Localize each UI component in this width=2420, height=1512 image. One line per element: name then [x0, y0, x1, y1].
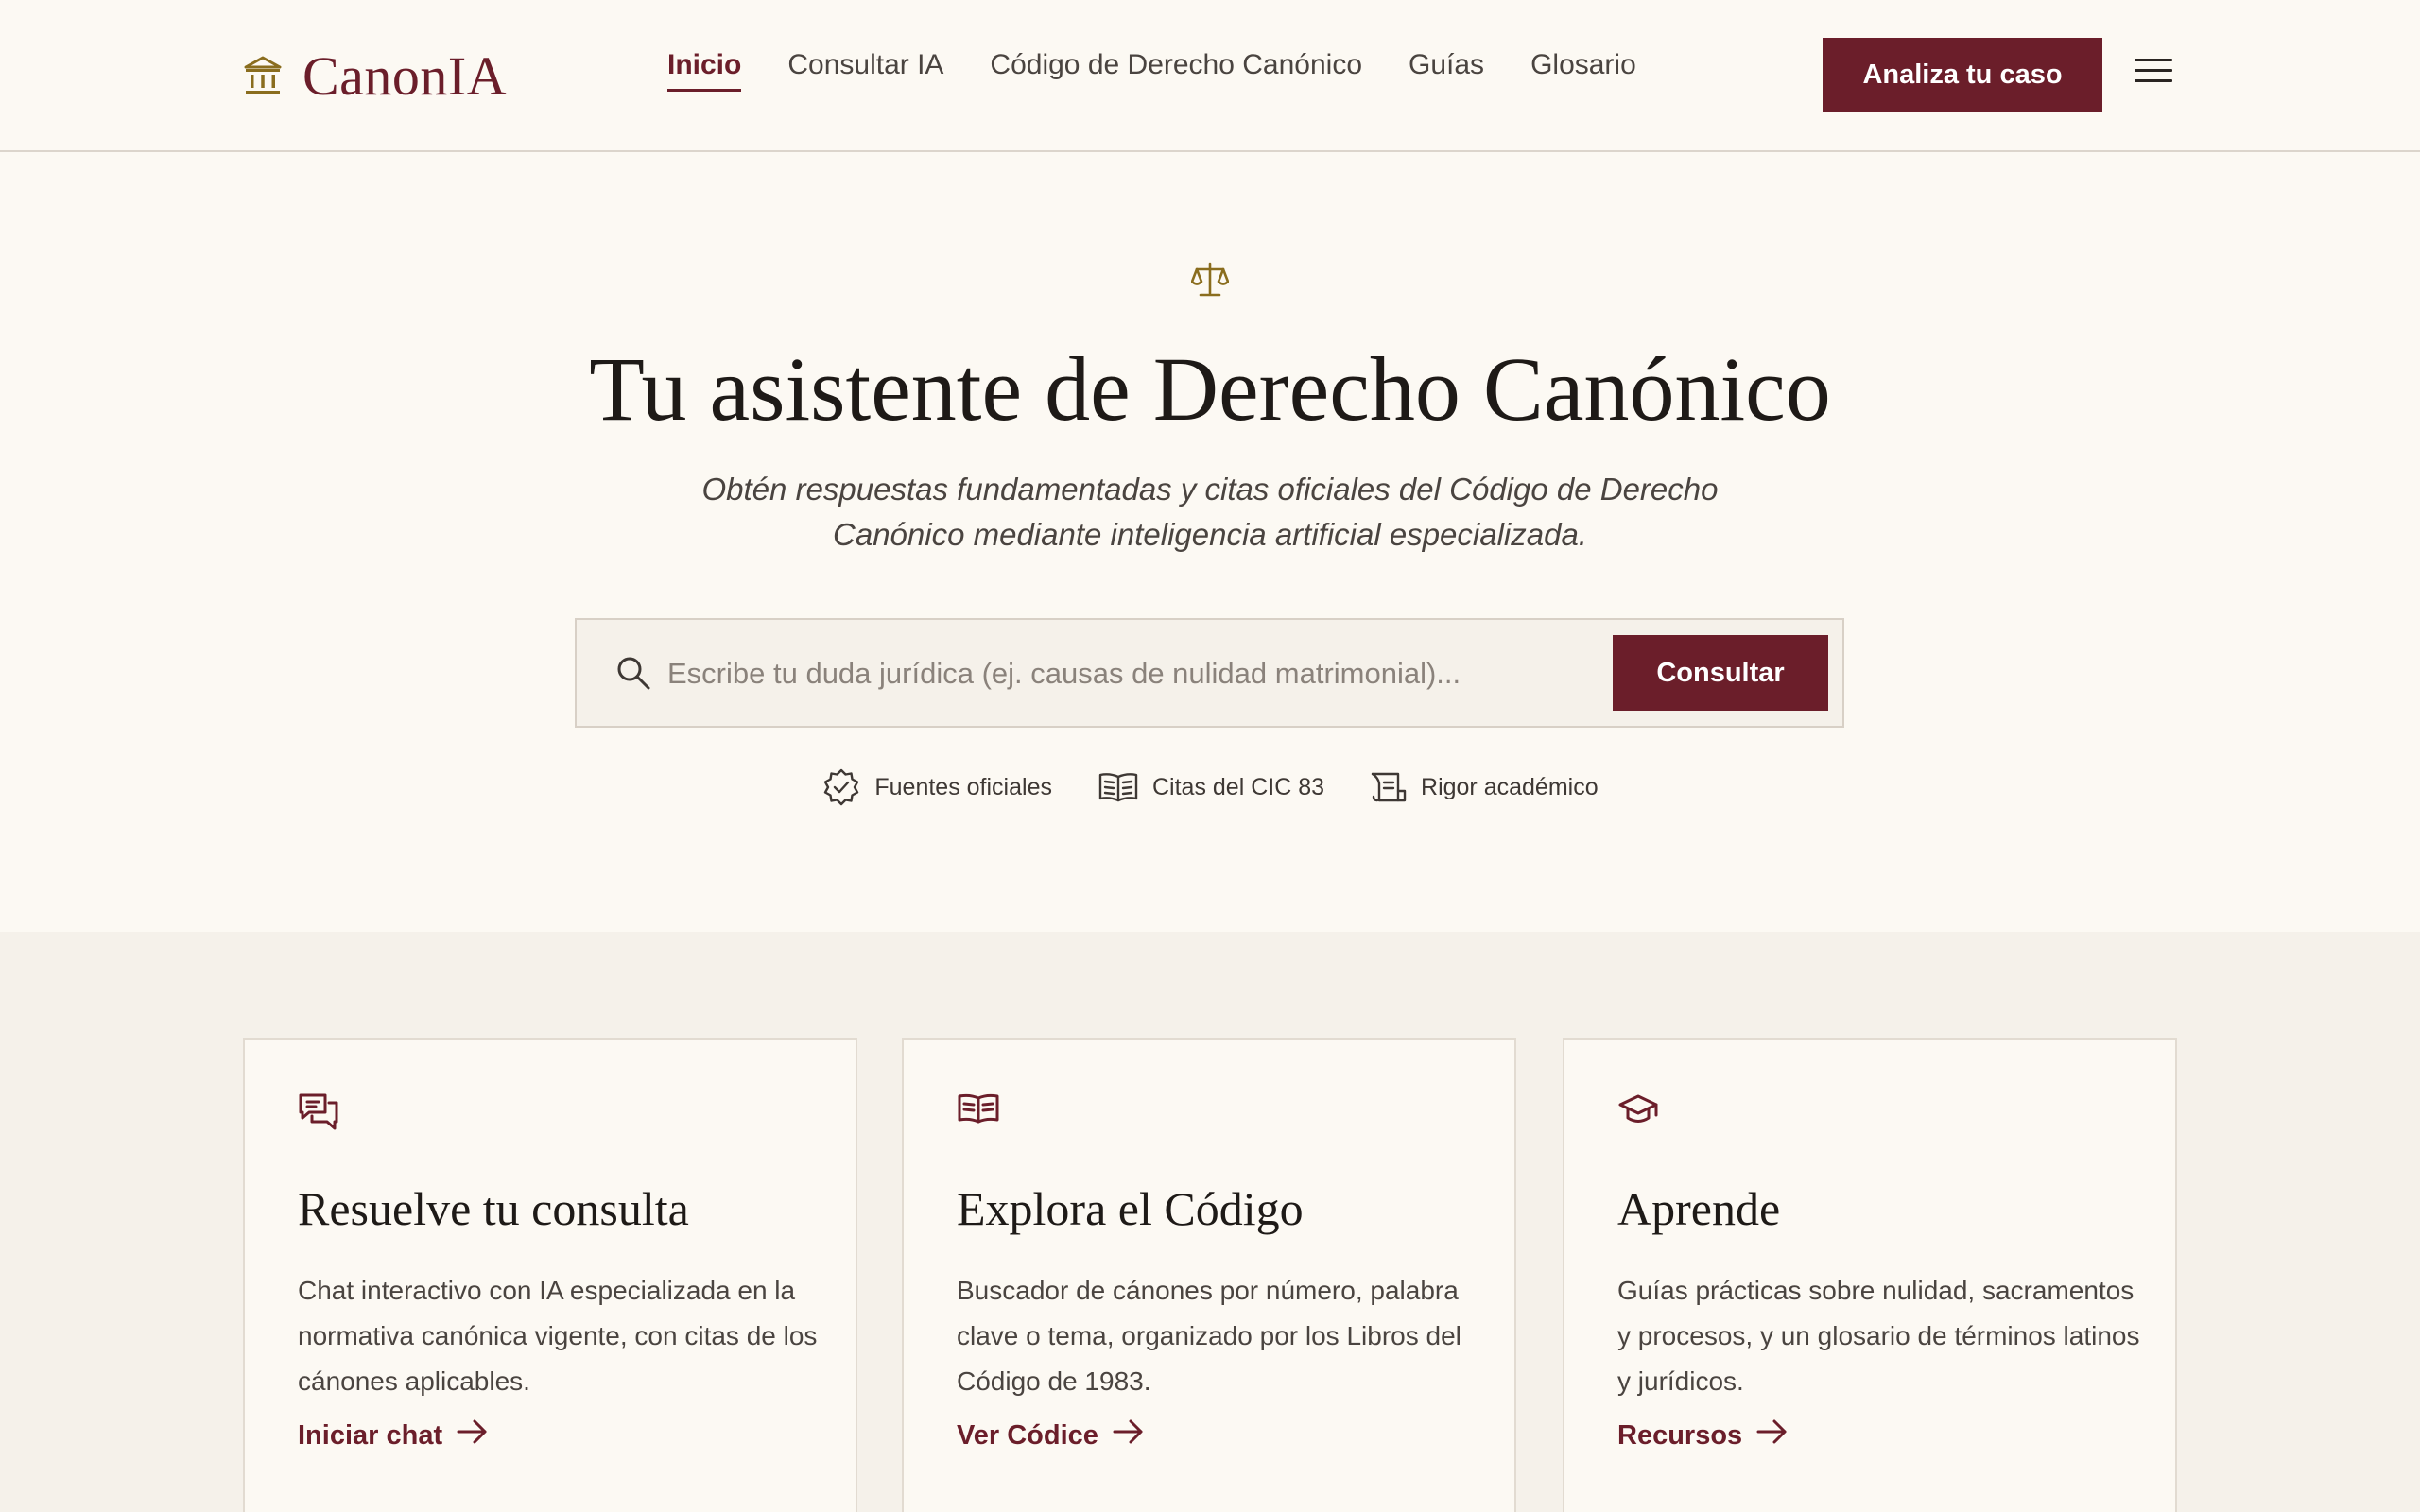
card-description: Guías prácticas sobre nulidad, sacrament… [1617, 1276, 2140, 1396]
nav-item-codigo[interactable]: Código de Derecho Canónico [990, 49, 1362, 92]
card-title: Resuelve tu consulta [298, 1182, 689, 1235]
badge-label: Citas del CIC 83 [1151, 773, 1325, 800]
arrow-right-icon [1755, 1418, 1789, 1453]
hero-title: Tu asistente de Derecho Canónico [589, 338, 1831, 439]
card-description: Chat interactivo con IA especializada en… [298, 1276, 818, 1396]
arrow-right-icon [1112, 1418, 1146, 1453]
resources-link[interactable]: Recursos [1617, 1418, 1789, 1453]
nav-item-guias[interactable]: Guías [1409, 49, 1484, 92]
badge-rigor-academico: Rigor académico [1370, 767, 1599, 807]
brand-name: CanonIA [302, 44, 508, 107]
open-book-icon [1098, 771, 1139, 803]
hamburger-menu-icon[interactable] [2135, 59, 2172, 91]
nav-item-glosario[interactable]: Glosario [1530, 49, 1636, 92]
scroll-icon [1370, 770, 1408, 804]
badge-citas-cic: Citas del CIC 83 [1098, 767, 1324, 807]
card-title: Explora el Código [957, 1182, 1304, 1235]
nav-item-consultar-ia[interactable]: Consultar IA [787, 49, 943, 92]
card-link-label: Recursos [1617, 1419, 1743, 1451]
brand-logo-link[interactable]: CanonIA [244, 43, 507, 108]
feature-card-consulta: Resuelve tu consulta Chat interactivo co… [243, 1038, 857, 1512]
verified-badge-icon [821, 767, 861, 807]
badge-fuentes-oficiales: Fuentes oficiales [821, 767, 1052, 807]
book-icon [957, 1092, 1000, 1129]
institution-icon [244, 56, 282, 95]
search-input[interactable] [667, 646, 1575, 701]
graduation-cap-icon [1617, 1092, 1659, 1131]
scales-icon [1190, 261, 1230, 303]
analyze-case-button[interactable]: Analiza tu caso [1823, 38, 2102, 112]
card-description: Buscador de cánones por número, palabra … [957, 1276, 1461, 1396]
card-link-label: Iniciar chat [298, 1419, 443, 1451]
features-section: Resuelve tu consulta Chat interactivo co… [0, 932, 2420, 1512]
arrow-right-icon [456, 1418, 490, 1453]
hero-subtitle: Obtén respuestas fundamentadas y citas o… [701, 472, 1719, 552]
start-chat-link[interactable]: Iniciar chat [298, 1418, 490, 1453]
nav-item-inicio[interactable]: Inicio [667, 49, 742, 92]
feature-card-aprende: Aprende Guías prácticas sobre nulidad, s… [1563, 1038, 2177, 1512]
badge-label: Fuentes oficiales [874, 773, 1052, 800]
card-title: Aprende [1617, 1182, 1781, 1235]
card-link-label: Ver Códice [957, 1419, 1098, 1451]
trust-badges: Fuentes oficiales Citas del CIC 83 Rigor… [0, 767, 2420, 807]
view-codex-link[interactable]: Ver Códice [957, 1418, 1146, 1453]
search-bar: Consultar [575, 618, 1844, 728]
main-nav: Inicio Consultar IA Código de Derecho Ca… [667, 49, 1683, 92]
consultar-button[interactable]: Consultar [1613, 635, 1828, 711]
search-icon [614, 654, 652, 696]
feature-card-codigo: Explora el Código Buscador de cánones po… [902, 1038, 1516, 1512]
badge-label: Rigor académico [1421, 773, 1599, 800]
site-header: CanonIA Inicio Consultar IA Código de De… [0, 0, 2420, 152]
chat-icon [298, 1092, 339, 1137]
